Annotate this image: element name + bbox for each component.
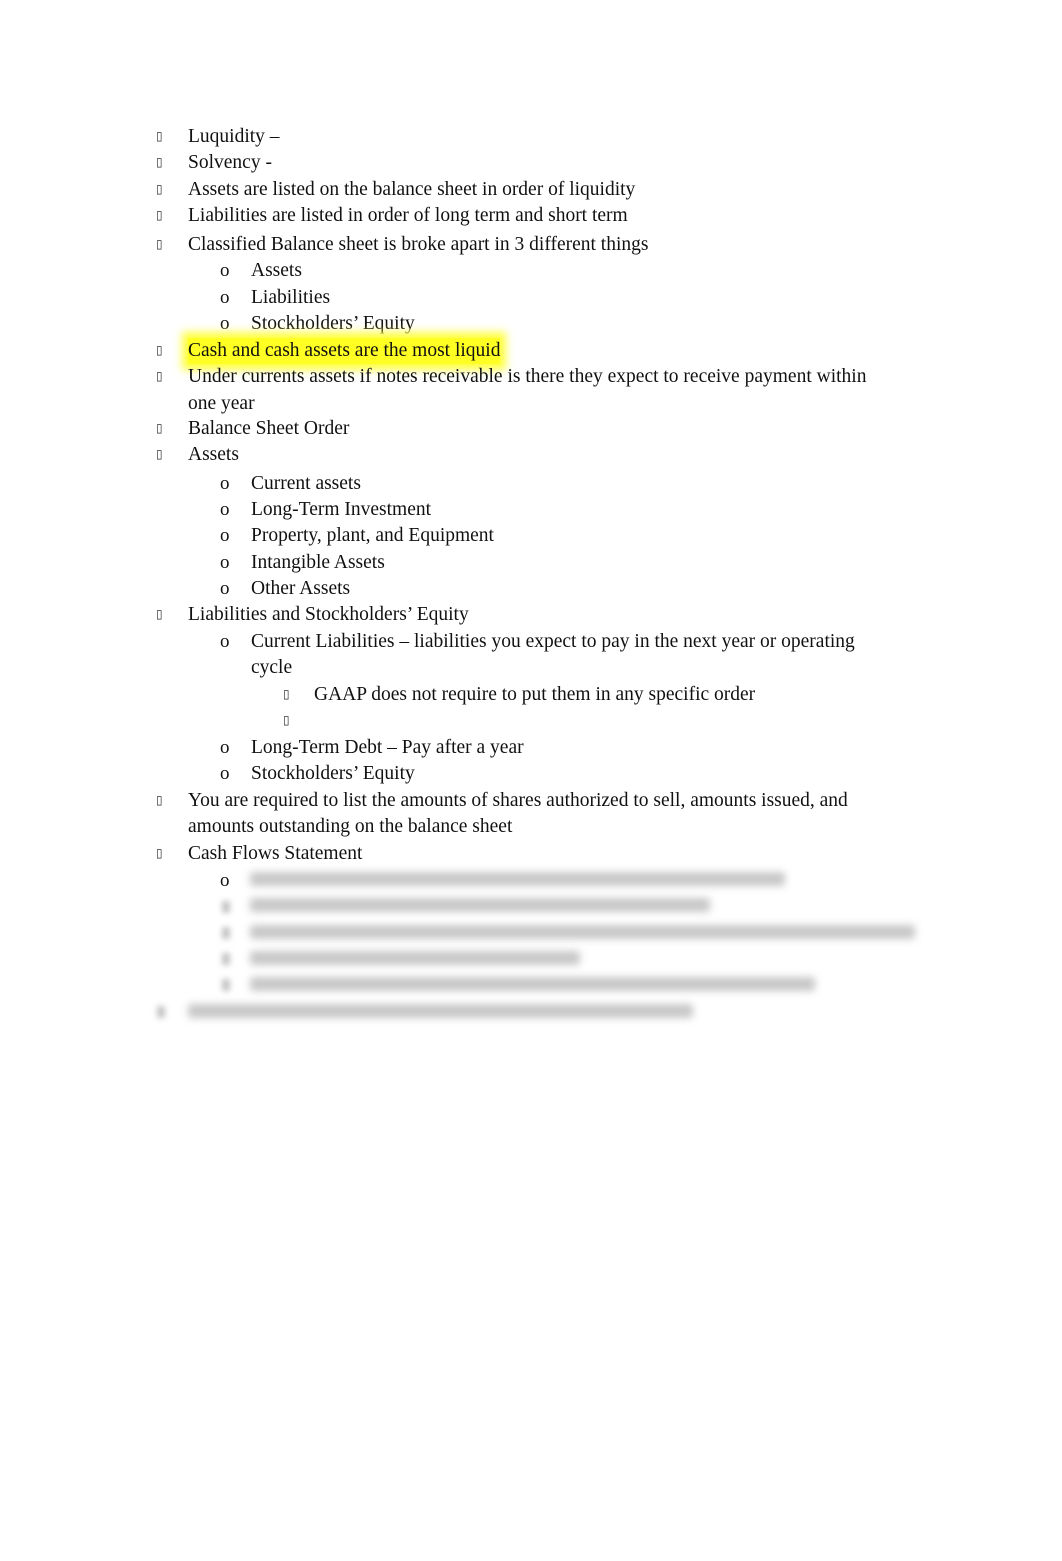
list-item: Cash Flows Statement — [188, 843, 363, 864]
blurred-bullet — [222, 901, 230, 913]
blurred-bullet — [222, 979, 230, 991]
sub-bullet-icon: o — [220, 763, 230, 784]
bullet-icon: ▯ — [283, 713, 290, 727]
list-item: You are required to list the amounts of … — [188, 790, 848, 811]
bullet-icon: ▯ — [156, 182, 163, 196]
sub-list-item: Stockholders’ Equity — [251, 313, 415, 334]
sub-bullet-icon: o — [220, 737, 230, 758]
sub-list-item: Stockholders’ Equity — [251, 763, 415, 784]
blurred-line — [250, 951, 580, 965]
bullet-icon: ▯ — [156, 607, 163, 621]
sub-list-item: Long-Term Debt – Pay after a year — [251, 737, 524, 758]
bullet-icon: ▯ — [156, 237, 163, 251]
list-item: Under currents assets if notes receivabl… — [188, 366, 867, 387]
sub-list-item: Current Liabilities – liabilities you ex… — [251, 631, 855, 652]
sub-bullet-icon: o — [220, 499, 230, 520]
sub-bullet-icon: o — [220, 313, 230, 334]
bullet-icon: ▯ — [156, 793, 163, 807]
list-item: Luquidity – — [188, 126, 280, 147]
list-item: Classified Balance sheet is broke apart … — [188, 234, 649, 255]
blurred-bullet — [157, 1006, 165, 1018]
sub-bullet-icon: o — [220, 473, 230, 494]
bullet-icon: ▯ — [156, 343, 163, 357]
sub-bullet-icon: o — [220, 525, 230, 546]
sub-sub-list-item: GAAP does not require to put them in any… — [314, 684, 756, 705]
bullet-icon: ▯ — [156, 129, 163, 143]
blurred-bullet — [222, 927, 230, 939]
sub-bullet-icon: o — [220, 631, 230, 652]
sub-bullet-icon: o — [220, 552, 230, 573]
bullet-icon: ▯ — [156, 155, 163, 169]
sub-list-item: Intangible Assets — [251, 552, 385, 573]
sub-bullet-icon: o — [220, 287, 230, 308]
bullet-icon: ▯ — [156, 369, 163, 383]
list-item: Assets are listed on the balance sheet i… — [188, 179, 636, 200]
highlighted-list-item: Cash and cash assets are the most liquid — [188, 338, 501, 364]
bullet-icon: ▯ — [156, 421, 163, 435]
bullet-icon: ▯ — [156, 447, 163, 461]
blurred-line — [250, 977, 815, 991]
sub-list-item-continuation: cycle — [251, 657, 293, 678]
list-item-continuation: amounts outstanding on the balance sheet — [188, 816, 513, 837]
list-item: Liabilities are listed in order of long … — [188, 205, 628, 226]
list-item: Solvency - — [188, 152, 272, 173]
sub-bullet-icon: o — [220, 578, 230, 599]
bullet-icon: ▯ — [283, 687, 290, 701]
sub-list-item: Other Assets — [251, 578, 351, 599]
blurred-line — [250, 925, 915, 939]
sub-list-item: Current assets — [251, 473, 361, 494]
blurred-bullet — [222, 953, 230, 965]
sub-bullet-icon: o — [220, 870, 230, 891]
blurred-line — [250, 898, 710, 912]
sub-list-item: Assets — [251, 260, 302, 281]
list-item: Assets — [188, 444, 239, 465]
sub-list-item: Property, plant, and Equipment — [251, 525, 494, 546]
list-item: Liabilities and Stockholders’ Equity — [188, 604, 469, 625]
list-item-continuation: one year — [188, 393, 255, 414]
bullet-icon: ▯ — [156, 208, 163, 222]
bullet-icon: ▯ — [156, 846, 163, 860]
sub-list-item: Long-Term Investment — [251, 499, 432, 520]
sub-bullet-icon: o — [220, 260, 230, 281]
blurred-line — [250, 872, 785, 886]
sub-list-item: Liabilities — [251, 287, 331, 308]
list-item: Balance Sheet Order — [188, 418, 350, 439]
blurred-line — [188, 1004, 693, 1018]
